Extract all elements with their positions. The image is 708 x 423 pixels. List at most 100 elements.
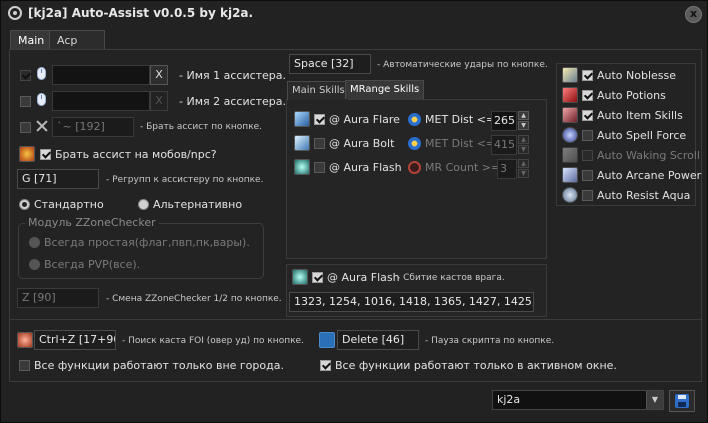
met-dist-icon	[408, 113, 421, 126]
mouse-icon	[37, 67, 46, 80]
sword-icon	[35, 119, 49, 133]
profile-select-value: kj2a	[497, 393, 521, 406]
met-dist-label: MET Dist <=	[425, 113, 496, 126]
zzonechecker-legend: Модуль ZZoneChecker	[25, 216, 159, 229]
pause-icon	[319, 332, 335, 348]
auto-waking-scroll-label: Auto Waking Scroll	[597, 149, 700, 162]
outside-town-label: Все функции работают только вне города.	[34, 359, 284, 372]
assist2-name-input[interactable]	[52, 91, 150, 111]
auto-resist-aqua-checkbox[interactable]	[582, 190, 593, 201]
met-dist-input[interactable]: 265	[491, 111, 517, 131]
auto-spell-force-label: Auto Spell Force	[597, 129, 687, 142]
active-window-checkbox[interactable]	[320, 360, 331, 371]
aura-flash-cancel-icon	[292, 269, 308, 285]
main-window: [kj2a] Auto-Assist v0.0.5 by kj2a. x Mai…	[0, 0, 708, 423]
zzone-pvp-label: Всегда PVP(все).	[44, 258, 141, 271]
chevron-down-icon[interactable]: ▼	[646, 391, 663, 409]
aura-bolt-label: @ Aura Bolt	[329, 137, 395, 150]
close-button[interactable]: x	[685, 6, 702, 23]
mob-icon	[19, 146, 35, 162]
assist-key-checkbox[interactable]	[20, 122, 31, 133]
auto-arcane-power-label: Auto Arcane Power	[597, 169, 702, 182]
aura-flash-icon	[294, 159, 310, 175]
assist2-clear-button[interactable]: X	[150, 91, 168, 111]
auto-potions-checkbox[interactable]	[582, 90, 593, 101]
regroup-key-input[interactable]: G [71]	[17, 169, 99, 189]
mob-assist-label: Брать ассист на мобов/npc?	[55, 148, 217, 161]
mouse-icon	[37, 93, 46, 106]
cancel-cast-label: - Сбитие кастов врага.	[397, 273, 505, 283]
regroup-key-label: - Регрупп к ассистеру по кнопке.	[106, 175, 264, 185]
assist2-label: - Имя 2 ассистера.	[179, 95, 287, 108]
potions-icon	[562, 87, 578, 103]
aura-flare-checkbox[interactable]	[314, 114, 325, 125]
assist-key-label: - Брать ассист по кнопке.	[140, 122, 263, 132]
outside-town-checkbox[interactable]	[19, 360, 30, 371]
app-icon	[8, 6, 22, 20]
window-title: [kj2a] Auto-Assist v0.0.5 by kj2a.	[28, 6, 254, 20]
aura-bolt-checkbox[interactable]	[314, 138, 325, 149]
mr-count-up[interactable]: ▲	[518, 159, 529, 168]
met-dist-down[interactable]: ▼	[518, 121, 529, 130]
aura-flash-label: @ Aura Flash	[329, 161, 402, 174]
radio-standard[interactable]	[19, 199, 30, 210]
auto-item-skills-checkbox[interactable]	[582, 110, 593, 121]
aura-flash-checkbox[interactable]	[314, 162, 325, 173]
assist-key-input[interactable]: `~ [192]	[52, 117, 134, 137]
auto-arcane-power-checkbox[interactable]	[582, 170, 593, 181]
tab-mrange-skills[interactable]: MRange Skills	[345, 80, 425, 99]
mr-count-down[interactable]: ▼	[518, 169, 529, 178]
tab-acp-control[interactable]: Acp Control	[49, 30, 105, 66]
cancel-cast-skill: @ Aura Flash	[327, 271, 400, 284]
aura-flare-icon	[294, 111, 310, 127]
assist1-checkbox[interactable]	[20, 70, 31, 81]
met-dist2-input[interactable]: 415	[491, 135, 517, 155]
radio-standard-label: Стандартно	[34, 198, 104, 211]
auto-item-skills-label: Auto Item Skills	[597, 109, 683, 122]
met-dist2-label: MET Dist <=	[425, 137, 496, 150]
spell-force-icon	[562, 127, 578, 143]
save-button[interactable]	[669, 390, 695, 412]
aura-flare-label: @ Aura Flare	[329, 113, 400, 126]
title-bar: [kj2a] Auto-Assist v0.0.5 by kj2a. x	[1, 1, 707, 27]
auto-waking-scroll-checkbox[interactable]	[582, 150, 593, 161]
auto-hit-key-label: - Автоматические удары по кнопке.	[377, 60, 548, 70]
auto-potions-label: Auto Potions	[597, 89, 666, 102]
met-dist-up[interactable]: ▲	[518, 111, 529, 120]
assist1-name-input[interactable]	[52, 65, 150, 85]
auto-spell-force-checkbox[interactable]	[582, 130, 593, 141]
item-skills-icon	[562, 107, 578, 123]
foi-key-label: - Поиск каста FOI (овер уд) по кнопке.	[122, 336, 304, 346]
active-window-label: Все функции работают только в активном о…	[335, 359, 617, 372]
zzone-simple-label: Всегда простая(флаг,пвп,пк,вары).	[44, 236, 250, 249]
assist1-clear-button[interactable]: X	[150, 65, 168, 85]
tab-main-skills[interactable]: Main Skills	[287, 81, 350, 100]
profile-select[interactable]: kj2a ▼	[492, 390, 664, 410]
cancel-cast-checkbox[interactable]	[312, 272, 323, 283]
auto-resist-aqua-label: Auto Resist Aqua	[597, 189, 691, 202]
resist-aqua-icon	[562, 187, 578, 203]
met-dist2-down[interactable]: ▼	[518, 145, 529, 154]
bottom-separator	[9, 319, 702, 320]
radio-zzone-pvp[interactable]	[29, 259, 40, 270]
foi-key-input[interactable]: Ctrl+Z [17+90]	[34, 330, 116, 350]
auto-hit-key-input[interactable]: Space [32]	[289, 54, 371, 74]
zzone-key-label: - Смена ZZoneChecker 1/2 по кнопке.	[106, 294, 282, 304]
met-dist2-up[interactable]: ▲	[518, 135, 529, 144]
mr-count-input[interactable]: 3	[497, 159, 517, 179]
cast-ids-input[interactable]: 1323, 1254, 1016, 1418, 1365, 1427, 1425…	[289, 292, 534, 312]
radio-zzone-simple[interactable]	[29, 237, 40, 248]
mob-assist-checkbox[interactable]	[40, 149, 51, 160]
met-dist2-icon	[408, 137, 421, 150]
auto-noblesse-checkbox[interactable]	[582, 70, 593, 81]
pause-key-input[interactable]: Delete [46]	[337, 330, 419, 350]
mr-count-icon	[408, 161, 421, 174]
radio-alternative[interactable]	[138, 199, 149, 210]
tab-main[interactable]: Main	[10, 30, 53, 51]
floppy-disk-icon	[675, 394, 689, 408]
pause-key-label: - Пауза скрипта по кнопке.	[425, 336, 555, 346]
zzone-key-input[interactable]: Z [90]	[17, 288, 99, 308]
noblesse-icon	[562, 67, 578, 83]
arcane-power-icon	[562, 167, 578, 183]
assist2-checkbox[interactable]	[20, 96, 31, 107]
